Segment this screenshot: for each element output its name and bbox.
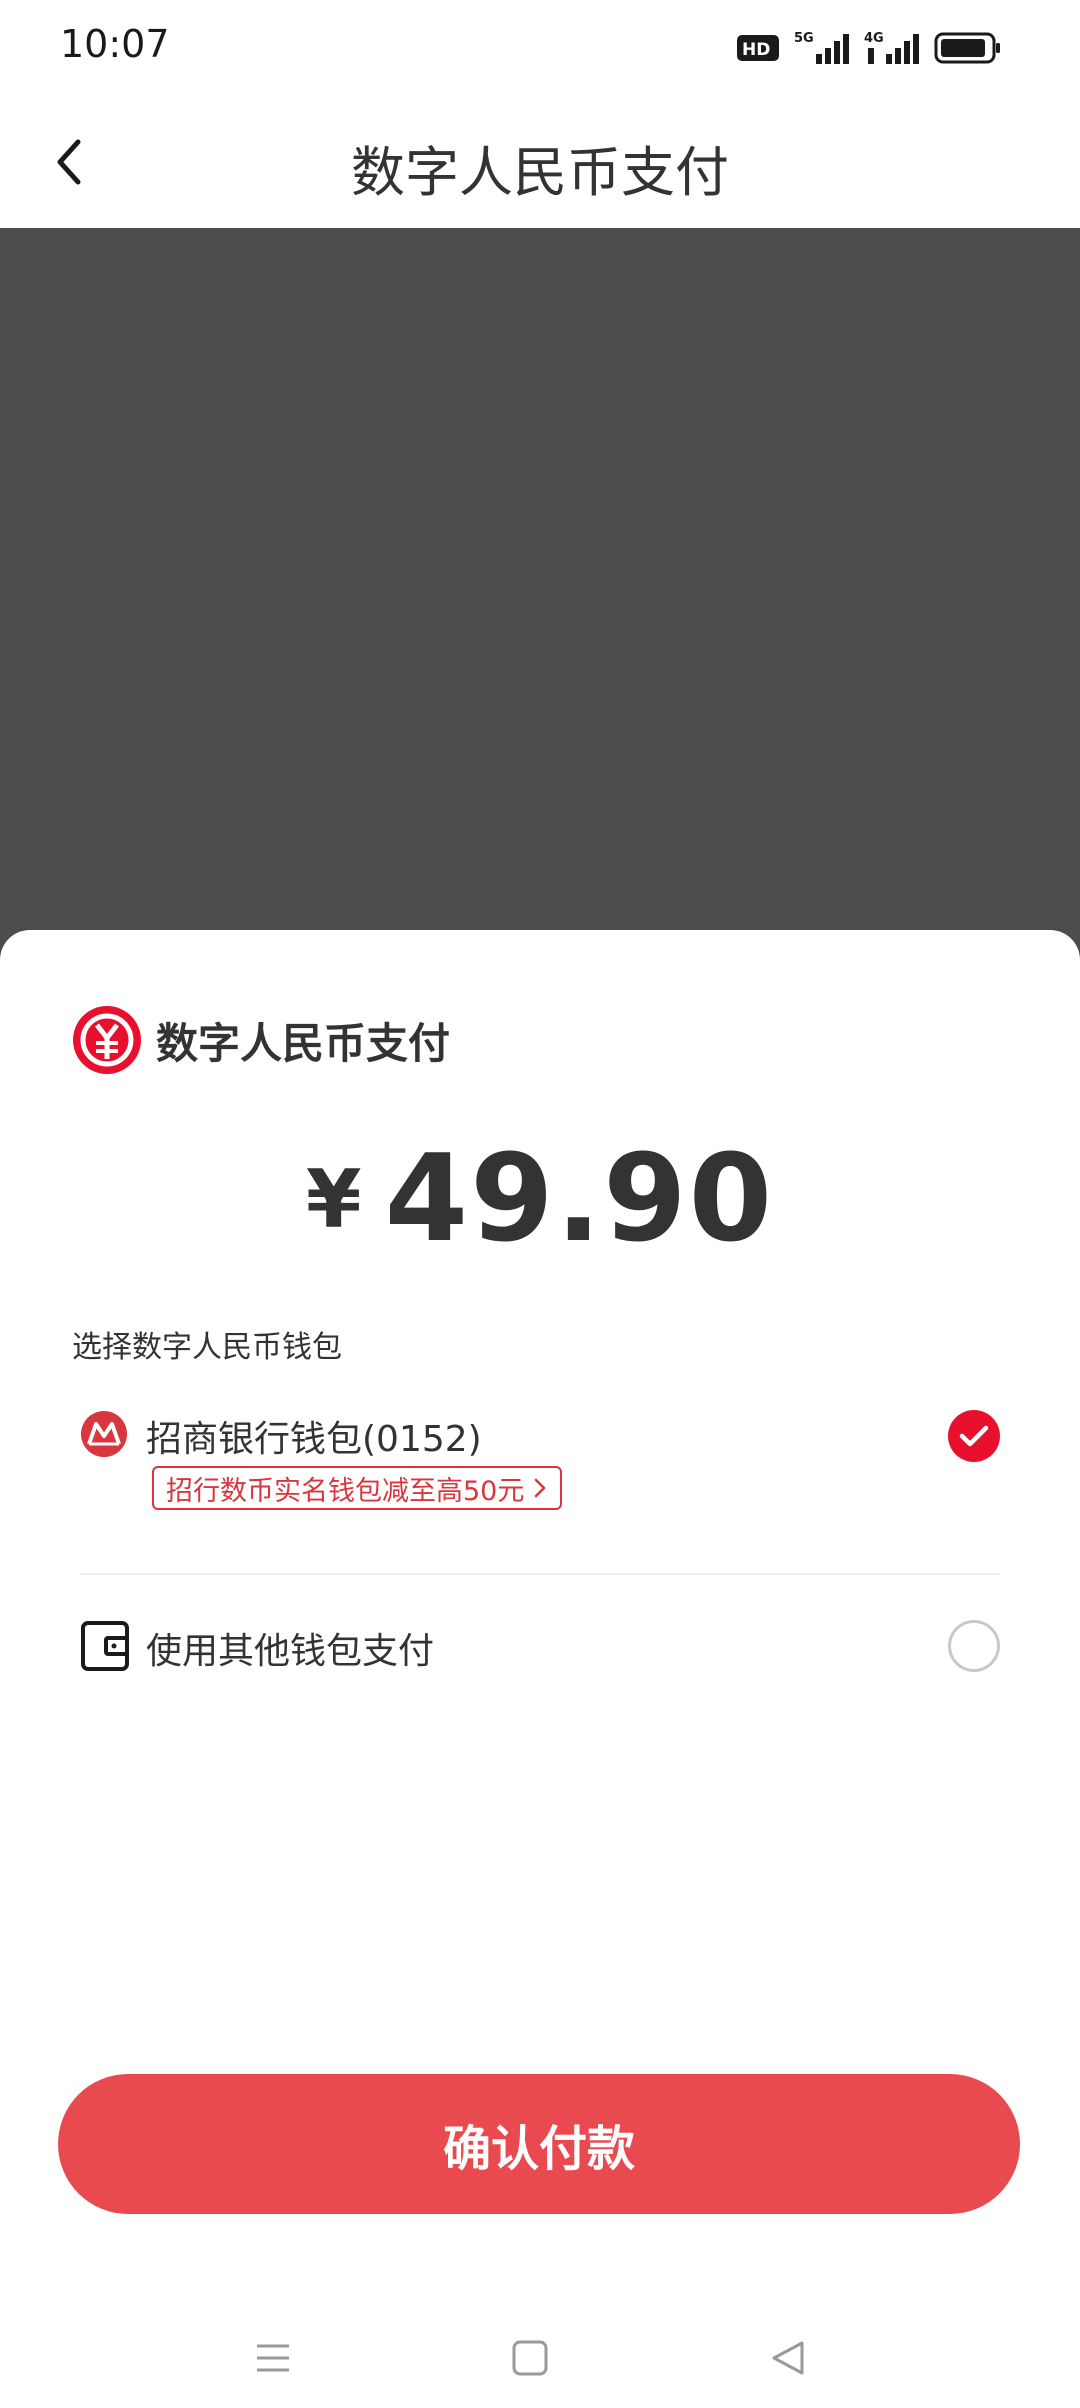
signal-5g-icon: 5G [794, 31, 849, 64]
brand-title: 数字人民币支付 [156, 1018, 451, 1068]
e-cny-logo-icon [73, 1006, 141, 1074]
chevron-right-icon [535, 1478, 546, 1498]
page-title: 数字人民币支付 [351, 141, 729, 204]
hd-icon: HD [737, 35, 779, 61]
back-triangle-icon [772, 2341, 804, 2375]
promo-text: 招行数币实名钱包减至高50元 [166, 1475, 525, 1507]
cmb-bank-logo-icon [81, 1411, 127, 1457]
nav-menu-button[interactable] [243, 2328, 303, 2388]
wallet-section-label: 选择数字人民币钱包 [72, 1330, 342, 1365]
wallet-name: 使用其他钱包支付 [146, 1631, 435, 1672]
nav-home-button[interactable] [500, 2328, 560, 2388]
nav-back-button[interactable] [758, 2328, 818, 2388]
status-icons: HD 5G 4G [736, 28, 1002, 68]
radio-unselected[interactable] [948, 1620, 1000, 1672]
wallet-name: 招商银行钱包(0152) [146, 1419, 482, 1460]
payment-sheet: 数字人民币支付 ¥ 49.90 选择数字人民币钱包 招商银行钱包(0152) 招… [0, 930, 1080, 2408]
amount-value: 49.90 [384, 1130, 775, 1269]
checkmark-icon [959, 1425, 989, 1447]
radio-selected[interactable] [948, 1410, 1000, 1462]
status-bar: 10:07 HD 5G 4G [0, 0, 1080, 96]
wallet-icon [81, 1621, 129, 1671]
battery-icon [934, 32, 1000, 64]
promo-tag[interactable]: 招行数币实名钱包减至高50元 [152, 1466, 563, 1510]
menu-icon [257, 2344, 289, 2372]
home-square-icon [512, 2340, 548, 2376]
divider [80, 1573, 1000, 1575]
network-5g-label: 5G [794, 31, 814, 46]
network-4g-label: 4G [864, 31, 884, 46]
system-nav-bar [0, 2300, 1080, 2408]
brand-row: 数字人民币支付 [70, 1002, 450, 1078]
hd-label: HD [742, 40, 770, 60]
status-time: 10:07 [60, 22, 170, 66]
signal-4g-icon: 4G [864, 31, 919, 64]
confirm-payment-button[interactable]: 确认付款 [58, 2074, 1020, 2214]
payment-amount: ¥ 49.90 [0, 1130, 1080, 1269]
currency-symbol: ¥ [305, 1153, 362, 1246]
wallet-option-cmb[interactable]: 招商银行钱包(0152) 招行数币实名钱包减至高50元 [80, 1410, 1000, 1530]
app-header: 数字人民币支付 [0, 96, 1080, 228]
wallet-option-other[interactable]: 使用其他钱包支付 [80, 1618, 1000, 1718]
